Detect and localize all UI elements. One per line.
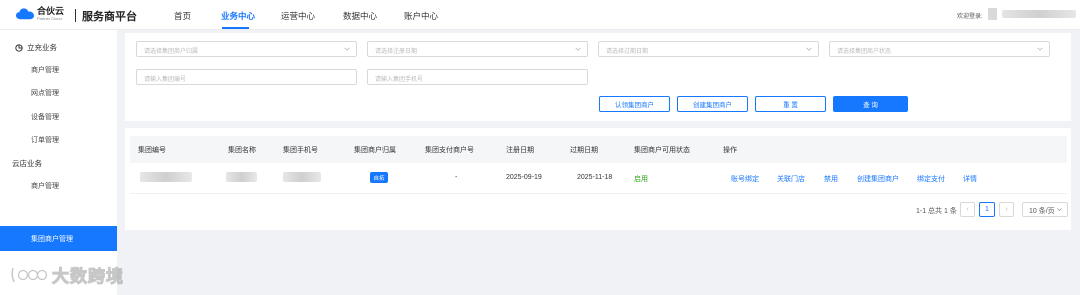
bind-payment-link[interactable]: 绑定支付 (917, 174, 945, 184)
sidebar: 立充业务 商户管理 网点管理 设备管理 订单管理 云店业务 商户管理 集团商户管… (0, 30, 117, 295)
pagination-total: 1-1 总共 1 条 (916, 208, 957, 215)
select-placeholder: 请选择过期日期 (606, 49, 649, 55)
select-placeholder: 请选择注册日期 (375, 49, 418, 55)
group-owner-select[interactable]: 请选择集团商户归属 (136, 41, 357, 57)
watermark-text: 大数跨境 (52, 267, 124, 287)
next-page-button[interactable]: › (999, 202, 1014, 217)
group-number-input[interactable]: 请输入集团编号 (136, 69, 357, 85)
username-redacted[interactable] (1002, 10, 1076, 18)
welcome-text: 欢迎登录: (957, 14, 983, 20)
column-header-expire-date: 过期日期 (570, 147, 598, 154)
claim-group-merchant-button[interactable]: 认领集团商户 (599, 96, 670, 112)
expire-date-picker[interactable]: 请选择过期日期 (598, 41, 819, 57)
owner-tag: 自拓 (370, 172, 388, 183)
nav-data-center[interactable]: 数据中心 (343, 10, 377, 22)
column-header-group-phone: 集团手机号 (283, 147, 318, 154)
sidebar-group-label: 云店业务 (12, 159, 42, 168)
chevron-down-icon (1037, 47, 1043, 51)
create-group-merchant-button[interactable]: 创建集团商户 (677, 96, 748, 112)
row-divider (130, 193, 1067, 194)
input-placeholder: 请输入集团手机号 (375, 77, 424, 83)
sidebar-item-store-merchant-management[interactable]: 商户管理 (31, 181, 59, 191)
select-placeholder: 请选择集团商户状态 (837, 49, 892, 55)
column-header-register-date: 注册日期 (506, 147, 534, 154)
redacted-group-number (140, 172, 192, 182)
logo-divider (75, 9, 76, 22)
redacted-group-phone (283, 172, 321, 182)
column-header-pay-merchant-number: 集团支付商户号 (425, 147, 474, 154)
details-link[interactable]: 详情 (963, 174, 977, 184)
logo-name: 合伙云 (37, 6, 65, 16)
page-size-select[interactable]: 10 条/页 (1022, 202, 1068, 217)
status-badge: 启用 (634, 176, 648, 183)
register-date: 2025-09-19 (506, 174, 542, 181)
column-header-group-owner: 集团商户归属 (354, 147, 396, 154)
sidebar-item-device-management[interactable]: 设备管理 (31, 112, 59, 122)
pie-chart-icon (15, 43, 23, 52)
sidebar-item-order-management[interactable]: 订单管理 (31, 135, 59, 145)
column-header-status: 集团商户可用状态 (634, 147, 690, 154)
column-header-actions: 操作 (723, 147, 737, 154)
expire-date: 2025-11-18 (577, 174, 613, 181)
nav-business-center[interactable]: 业务中心 (221, 10, 255, 22)
page-size-value: 10 条/页 (1029, 208, 1055, 215)
redacted-group-name (226, 172, 257, 182)
nav-operations-center[interactable]: 运营中心 (281, 10, 315, 22)
chevron-down-icon (1057, 208, 1062, 212)
select-placeholder: 请选择集团商户归属 (144, 49, 199, 55)
reset-button[interactable]: 重 置 (755, 96, 826, 112)
platform-title: 服务商平台 (82, 11, 137, 23)
logo-subname: Partner Cloud (37, 16, 62, 21)
sidebar-item-group-merchant-management[interactable]: 集团商户管理 (0, 226, 117, 251)
nav-account-center[interactable]: 账户中心 (404, 10, 438, 22)
column-header-group-name: 集团名称 (228, 147, 256, 154)
nav-home[interactable]: 首页 (174, 10, 191, 22)
sidebar-group-label: 立充业务 (27, 43, 57, 52)
chevron-down-icon (575, 47, 581, 51)
watermark: 大数跨境 (10, 262, 124, 287)
nav-active-indicator (222, 27, 249, 29)
pay-merchant-number: - (455, 174, 458, 181)
page-1-button[interactable]: 1 (979, 202, 995, 217)
column-header-group-number: 集团编号 (138, 147, 166, 154)
sidebar-item-merchant-management[interactable]: 商户管理 (31, 65, 59, 75)
register-date-picker[interactable]: 请选择注册日期 (367, 41, 588, 57)
watermark-logo-icon (11, 267, 48, 282)
chevron-left-icon: ‹ (966, 206, 969, 213)
query-button[interactable]: 查 询 (833, 96, 908, 112)
link-store-link[interactable]: 关联门店 (777, 174, 805, 184)
disable-link[interactable]: 禁用 (824, 174, 838, 184)
cloud-logo-icon (16, 8, 34, 20)
group-status-select[interactable]: 请选择集团商户状态 (829, 41, 1050, 57)
chevron-down-icon (344, 47, 350, 51)
bind-account-link[interactable]: 账号绑定 (731, 174, 759, 184)
group-phone-input[interactable]: 请输入集团手机号 (367, 69, 588, 85)
sidebar-group-cloud-store[interactable]: 云店业务 (12, 158, 42, 169)
prev-page-button[interactable]: ‹ (960, 202, 975, 217)
table-header (130, 136, 1067, 163)
avatar[interactable] (988, 8, 997, 20)
logo[interactable]: 合伙云 Partner Cloud (16, 7, 64, 21)
chevron-down-icon (806, 47, 812, 51)
sidebar-group-recharge[interactable]: 立充业务 (15, 42, 57, 53)
sidebar-item-label: 集团商户管理 (31, 236, 73, 243)
chevron-right-icon: › (1005, 206, 1008, 213)
input-placeholder: 请输入集团编号 (144, 77, 187, 83)
sidebar-item-outlet-management[interactable]: 网点管理 (31, 88, 59, 98)
top-bar: 合伙云 Partner Cloud 服务商平台 首页 业务中心 运营中心 数据中… (0, 0, 1080, 30)
create-group-merchant-link[interactable]: 创建集团商户 (857, 174, 899, 184)
